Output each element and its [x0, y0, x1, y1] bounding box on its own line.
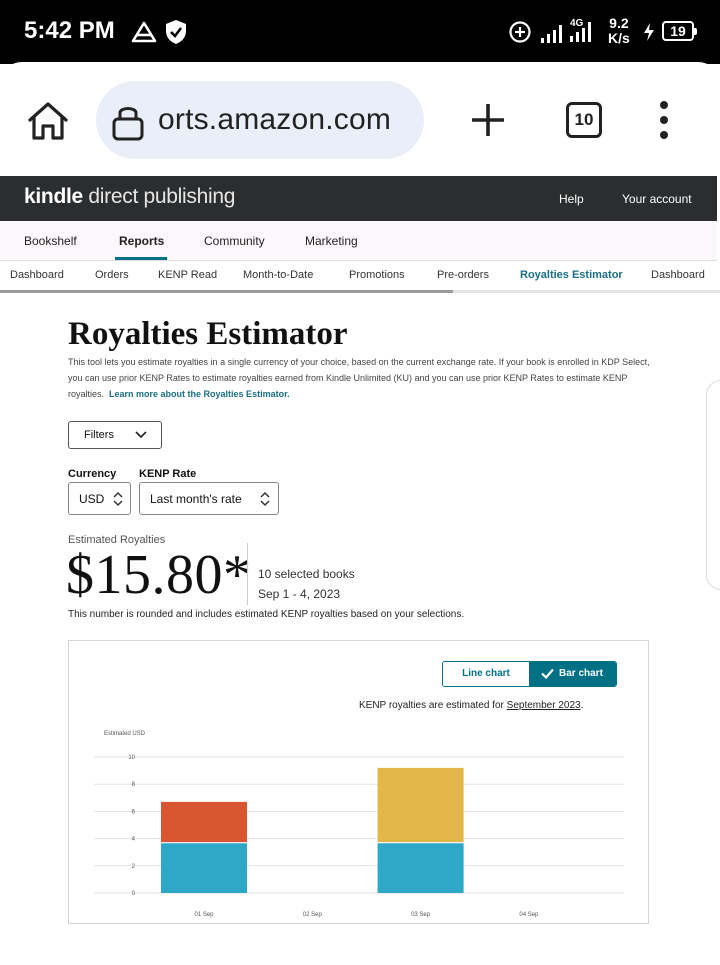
- status-time: 5:42 PM: [24, 17, 115, 44]
- line-chart-button[interactable]: Line chart: [443, 662, 529, 686]
- your-account-link[interactable]: Your account: [622, 192, 692, 206]
- sort-updown-icon: [260, 491, 270, 507]
- subnav-promotions[interactable]: Promotions: [349, 269, 405, 281]
- page-title: Royalties Estimator: [68, 316, 348, 352]
- nav-bookshelf[interactable]: Bookshelf: [24, 234, 77, 248]
- signal-4g-icon: 4G: [570, 18, 591, 42]
- selected-books-count: 10 selected books: [258, 567, 355, 581]
- y-tick-label: 2: [132, 864, 136, 870]
- y-tick-label: 0: [132, 891, 136, 897]
- sort-updown-icon: [113, 491, 123, 507]
- kdp-header: kindle direct publishing Help Your accou…: [0, 176, 717, 221]
- y-tick-label: 10: [128, 755, 135, 761]
- filters-label: Filters: [84, 429, 114, 441]
- status-bar: 5:42 PM 4G 9.2 K/s 19: [0, 0, 720, 64]
- bar-segment: [377, 842, 464, 893]
- shield-check-icon: [166, 20, 186, 44]
- network-speed-unit: K/s: [608, 30, 630, 46]
- charging-bolt-icon: [644, 23, 654, 41]
- bar-segment: [161, 842, 247, 893]
- nav-community[interactable]: Community: [204, 234, 265, 248]
- x-tick-label: 02 Sep: [303, 912, 323, 918]
- kdp-logo-bold: kindle: [24, 185, 83, 208]
- url-text[interactable]: orts.amazon.com: [158, 103, 391, 137]
- currency-label: Currency: [68, 468, 117, 480]
- home-icon[interactable]: [26, 100, 70, 142]
- kenp-rate-label: KENP Rate: [139, 468, 197, 480]
- checkmark-icon: [541, 668, 554, 679]
- kenp-rate-select[interactable]: Last month's rate: [139, 482, 279, 515]
- browser-toolbar: orts.amazon.com 10: [0, 62, 720, 176]
- kenp-note-suffix: .: [580, 700, 584, 711]
- x-tick-label: 01 Sep: [194, 912, 214, 918]
- network-speed: 9.2 K/s: [608, 16, 630, 46]
- royalties-bar-chart: Estimated USD 0 2 4 6 8 10 01 Sep 02 Sep 03 Sep 04…: [94, 731, 624, 918]
- date-range: Sep 1 - 4, 2023: [258, 587, 341, 601]
- kenp-estimate-note: KENP royalties are estimated for Septemb…: [359, 700, 583, 711]
- tab-switcher-button[interactable]: 10: [566, 102, 602, 138]
- bar-segment: [377, 767, 464, 843]
- x-tick-label: 04 Sep: [519, 912, 539, 918]
- currency-value: USD: [79, 492, 105, 506]
- subnav-scrollbar[interactable]: [0, 290, 720, 293]
- subnav-pre-orders[interactable]: Pre-orders: [437, 269, 489, 281]
- main-nav: Bookshelf Reports Community Marketing: [0, 221, 717, 261]
- nav-reports[interactable]: Reports: [119, 234, 164, 248]
- currency-select[interactable]: USD: [68, 482, 131, 515]
- bar-chart-label: Bar chart: [559, 668, 603, 679]
- y-tick-label: 6: [132, 809, 136, 815]
- subnav-dashboard-2[interactable]: Dashboard: [651, 269, 705, 281]
- bar-chart-button[interactable]: Bar chart: [529, 662, 616, 686]
- kenp-rate-value: Last month's rate: [150, 492, 242, 506]
- signal-icon: [541, 25, 562, 43]
- side-panel-handle[interactable]: [706, 380, 720, 590]
- network-type-label: 4G: [570, 18, 584, 29]
- overflow-menu-icon[interactable]: [654, 100, 674, 140]
- subnav-scroll-thumb[interactable]: [0, 290, 453, 293]
- help-link[interactable]: Help: [559, 192, 584, 206]
- estimate-divider: [247, 543, 248, 605]
- new-tab-plus-icon[interactable]: [468, 100, 508, 140]
- kdp-logo-rest: direct publishing: [82, 185, 236, 208]
- chart-type-toggle: Line chart Bar chart: [442, 661, 617, 687]
- nav-active-indicator: [115, 257, 167, 260]
- lock-icon[interactable]: [110, 103, 146, 141]
- reports-sub-nav: Dashboard Orders KENP Read Month-to-Date…: [0, 262, 720, 290]
- subnav-royalties-estimator[interactable]: Royalties Estimator: [520, 269, 623, 281]
- chevron-down-icon: [135, 431, 147, 439]
- address-bar[interactable]: orts.amazon.com: [96, 81, 424, 159]
- x-tick-label: 03 Sep: [411, 912, 431, 918]
- y-tick-label: 4: [132, 837, 136, 843]
- bar-segment: [161, 801, 247, 843]
- nav-marketing[interactable]: Marketing: [305, 234, 358, 248]
- subnav-month-to-date[interactable]: Month-to-Date: [243, 269, 313, 281]
- intro-text: This tool lets you estimate royalties in…: [68, 354, 658, 402]
- data-saver-icon: [509, 21, 531, 43]
- estimated-royalties-value: $15.80*: [66, 544, 252, 606]
- subnav-orders[interactable]: Orders: [95, 269, 129, 281]
- subnav-dashboard[interactable]: Dashboard: [10, 269, 64, 281]
- warning-triangle-icon: [131, 21, 157, 43]
- filters-button[interactable]: Filters: [68, 421, 162, 449]
- learn-more-link[interactable]: Learn more about the Royalties Estimator…: [109, 389, 290, 399]
- royalties-chart-card: Line chart Bar chart KENP royalties are …: [68, 640, 649, 924]
- y-axis-label: Estimated USD: [104, 731, 146, 737]
- network-speed-value: 9.2: [609, 15, 629, 31]
- kenp-note-prefix: KENP royalties are estimated for: [359, 700, 507, 711]
- rounding-note: This number is rounded and includes esti…: [68, 609, 465, 620]
- kenp-note-month-link[interactable]: September 2023: [507, 700, 581, 711]
- battery-icon: 19: [662, 21, 697, 41]
- kdp-logo[interactable]: kindle direct publishing: [24, 185, 235, 209]
- y-tick-label: 8: [132, 782, 136, 788]
- subnav-kenp-read[interactable]: KENP Read: [158, 269, 217, 281]
